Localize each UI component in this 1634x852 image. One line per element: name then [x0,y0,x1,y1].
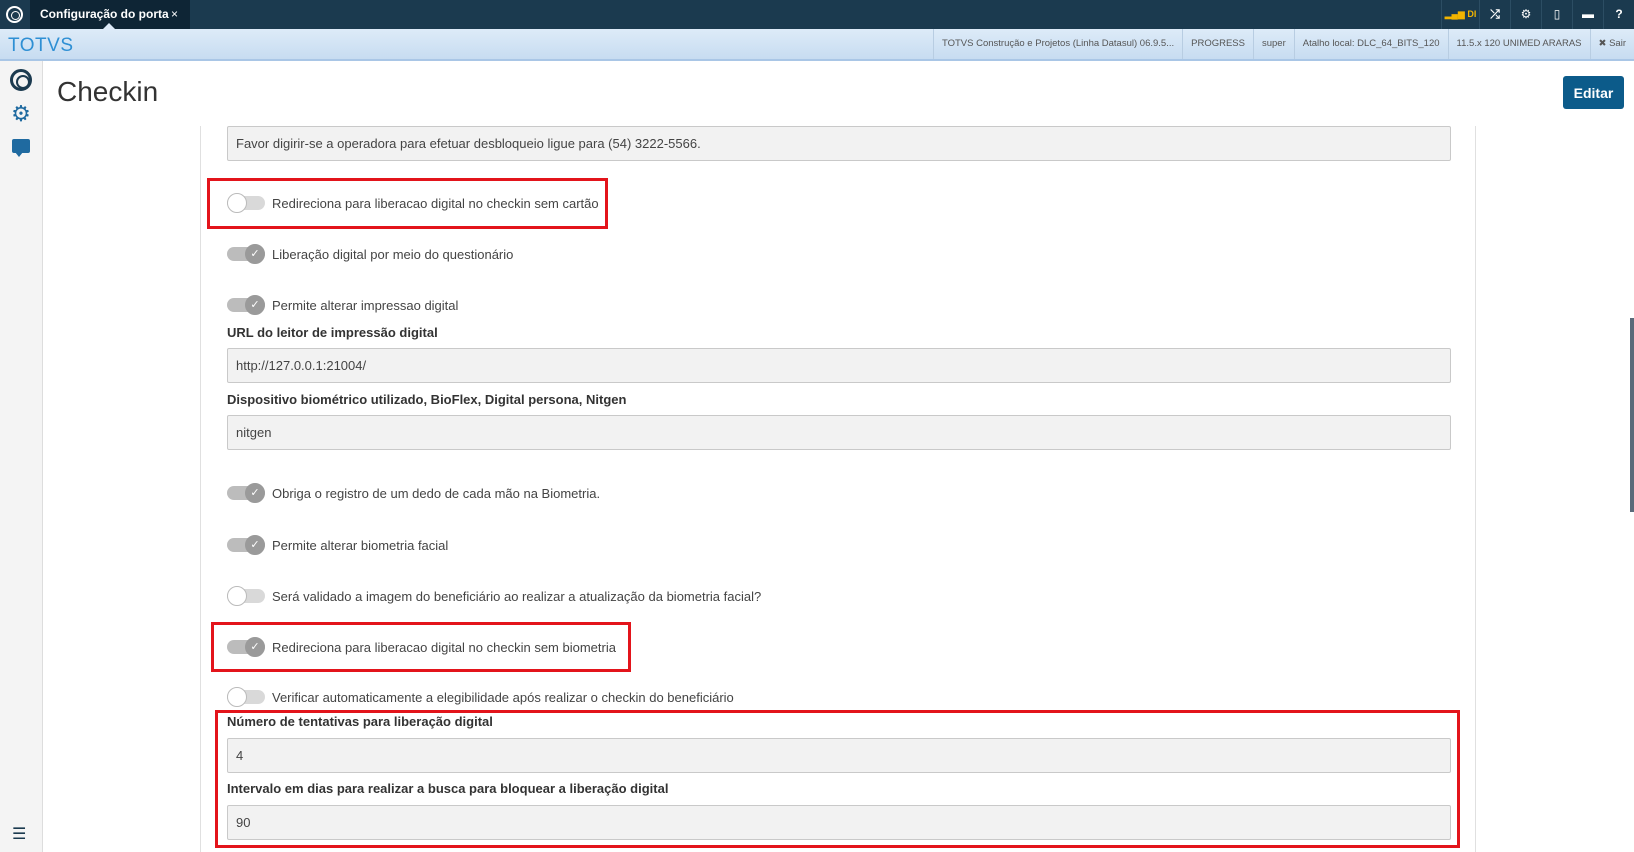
settings-gear-icon[interactable]: ⚙ [10,103,32,125]
highlight-box-redirect-no-card [207,178,608,229]
highlight-box-digital-release-fields [215,710,1460,848]
toggle-questionnaire[interactable]: ✓ Liberação digital por meio do question… [227,244,513,264]
toggle-label: Liberação digital por meio do questionár… [272,246,514,262]
toggle-label: Obriga o registro de um dedo de cada mão… [272,485,601,501]
toggle-finger-each-hand[interactable]: ✓ Obriga o registro de um dedo de cada m… [227,483,600,503]
device-label: Dispositivo biométrico utilizado, BioFle… [227,392,627,407]
switch-off[interactable] [227,687,265,707]
totvs-logo-icon[interactable] [6,6,23,23]
version-info: 11.5.x 120 UNIMED ARARAS [1447,29,1590,59]
url-field[interactable]: http://127.0.0.1:21004/ [227,348,1451,383]
expand-menu-icon[interactable]: ☰ [12,824,26,844]
document-icon[interactable]: ▯ [1541,0,1572,29]
url-label: URL do leitor de impressão digital [227,325,438,340]
chat-icon[interactable]: ▬ [1572,0,1603,29]
switch-on[interactable]: ✓ [227,535,265,555]
gear-icon[interactable]: ⚙ [1510,0,1541,29]
user-info: super [1252,29,1294,59]
edit-button[interactable]: Editar [1563,76,1624,109]
toggle-label: Será validado a imagem do beneficiário a… [272,588,762,604]
switch-off[interactable] [227,586,265,606]
device-field[interactable]: nitgen [227,415,1451,450]
toggle-label: Verificar automaticamente a elegibilidad… [272,689,734,705]
signal-text: DI [1467,9,1477,19]
toggle-label: Permite alterar impressao digital [272,297,459,313]
shortcut-info: Atalho local: DLC_64_BITS_120 [1293,29,1448,59]
switch-on[interactable]: ✓ [227,483,265,503]
product-info: TOTVS Construção e Projetos (Linha Datas… [932,29,1182,59]
logout-button[interactable]: ✖ Sair [1589,29,1634,59]
tab-close-icon[interactable]: × [171,0,178,29]
page-title: Checkin [57,76,159,107]
toolbar-icons: ▂▄▆ DI ⤮ ⚙ ▯ ▬ ? [1441,0,1634,29]
toggle-auto-eligibility[interactable]: Verificar automaticamente a elegibilidad… [227,687,734,707]
switch-on[interactable]: ✓ [227,295,265,315]
message-field[interactable]: Favor digirir-se a operadora para efetua… [227,126,1451,161]
toggle-change-fingerprint[interactable]: ✓ Permite alterar impressao digital [227,295,458,315]
toggle-validate-image[interactable]: Será validado a imagem do beneficiário a… [227,586,761,606]
toggle-face-biometry[interactable]: ✓ Permite alterar biometria facial [227,535,448,555]
top-bar: Configuração do porta × ▂▄▆ DI ⤮ ⚙ ▯ ▬ ? [0,0,1634,29]
chat-bubble-icon[interactable] [10,137,32,159]
help-icon[interactable]: ? [1603,0,1634,29]
shuffle-icon[interactable]: ⤮ [1479,0,1510,29]
toggle-label: Permite alterar biometria facial [272,537,449,553]
tab-configuracao-porta[interactable]: Configuração do porta × [30,0,190,29]
database-info: PROGRESS [1182,29,1253,59]
tab-title: Configuração do porta [40,7,169,21]
session-info: TOTVS Construção e Projetos (Linha Datas… [932,29,1634,59]
brand-name: TOTVS [8,35,74,56]
scroll-edge-indicator [1630,318,1634,512]
signal-icon[interactable]: ▂▄▆ DI [1441,0,1479,29]
switch-on[interactable]: ✓ [227,244,265,264]
highlight-box-redirect-no-biometry [211,622,631,672]
left-sidebar: ⚙ ☰ [0,61,43,852]
home-logo-icon[interactable] [10,69,32,91]
product-bar: TOTVS TOTVS Construção e Projetos (Linha… [0,29,1634,61]
